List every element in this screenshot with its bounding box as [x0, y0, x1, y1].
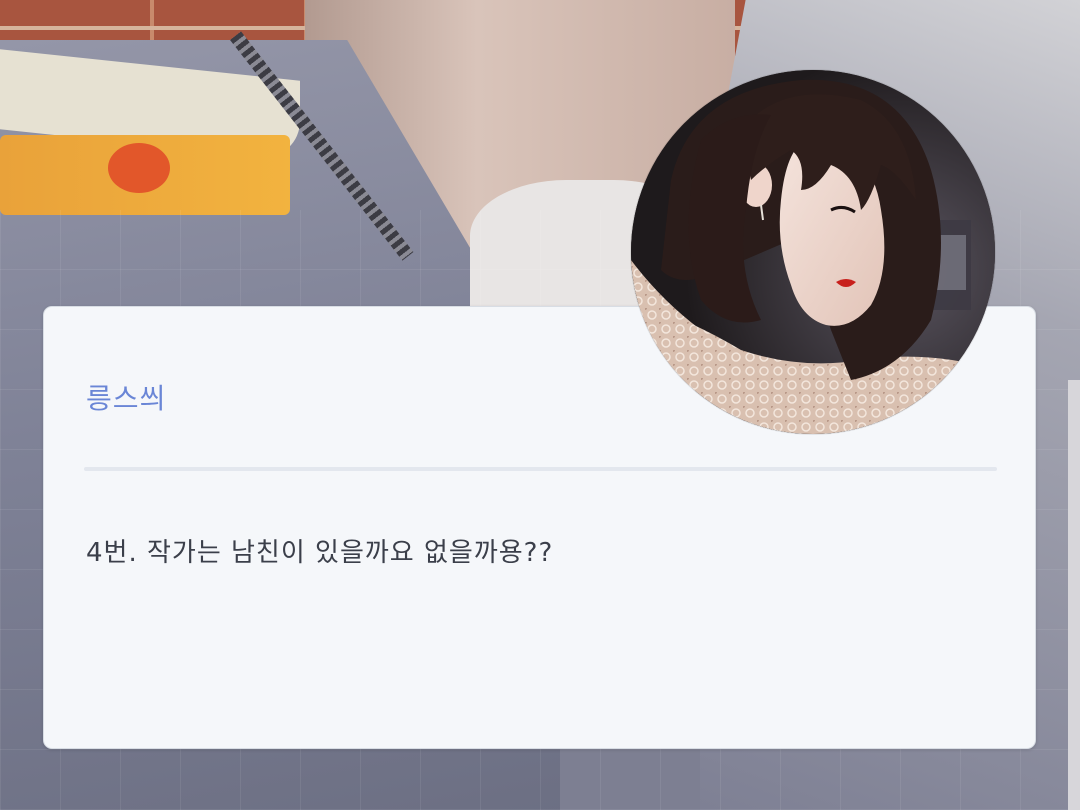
divider — [84, 467, 997, 471]
author-name[interactable]: 릉스씌 — [86, 377, 166, 417]
patch-sun-icon — [108, 143, 170, 193]
profile-avatar[interactable] — [631, 70, 995, 434]
comment-message: 4번. 작가는 남친이 있을까요 없을까용?? — [86, 538, 554, 568]
screen: 릉스씌 4번. 작가는 남친이 있을까요 없을까용?? — [0, 0, 1080, 810]
profile-photo-icon — [631, 70, 995, 434]
right-edge-strip — [1068, 380, 1080, 810]
